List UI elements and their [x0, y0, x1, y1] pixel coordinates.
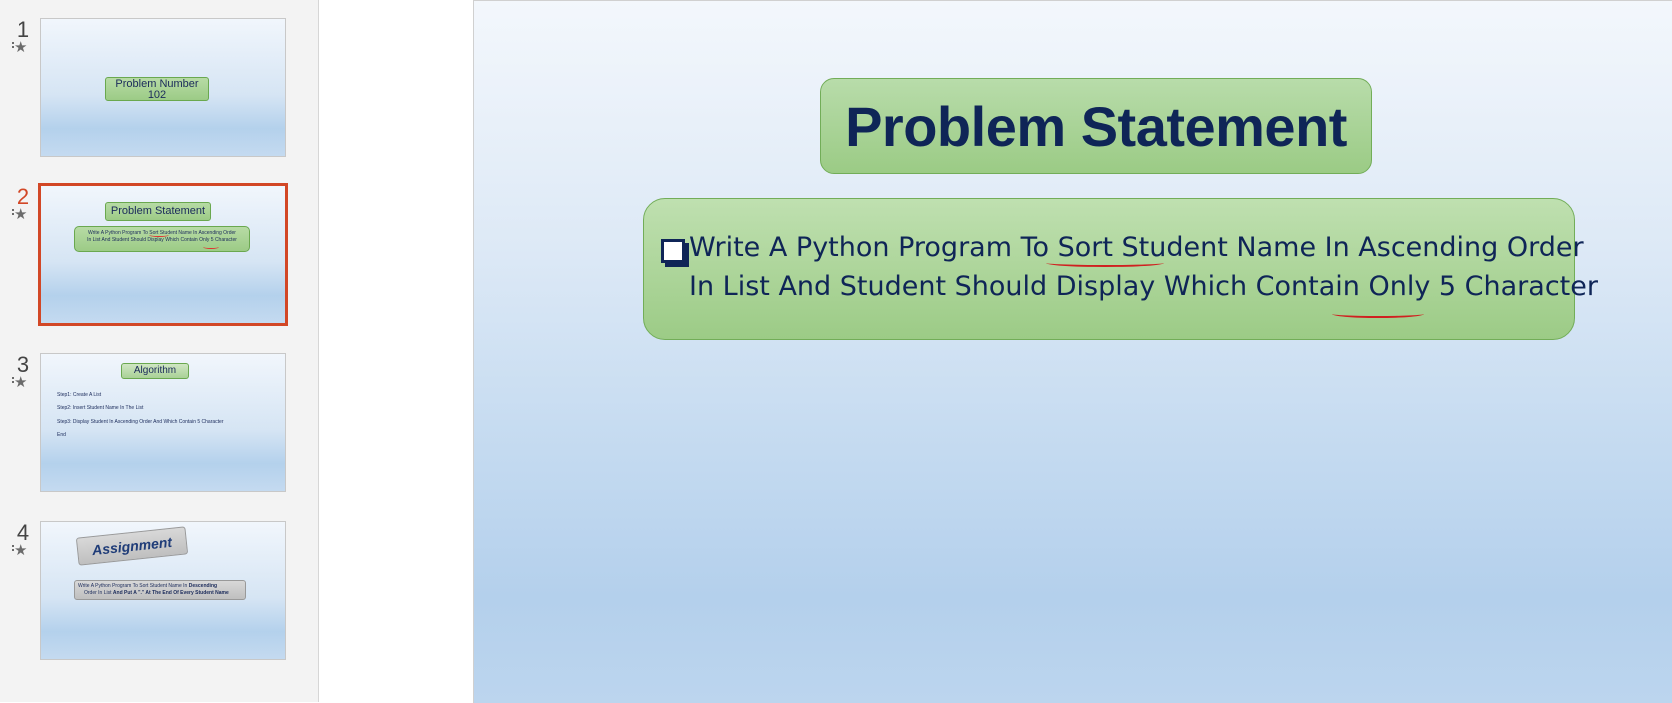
animation-star-icon: ★	[12, 375, 30, 391]
slide-canvas[interactable]: Problem Statement Write A Python Program…	[473, 0, 1672, 703]
slide-thumbnail-panel: 1 ★ Problem Number 102 2 ★ Problem State…	[0, 0, 319, 702]
thumbnail-item-1[interactable]: 1 ★ Problem Number 102	[0, 18, 318, 168]
thumb-title-box: Problem Number 102	[105, 77, 209, 101]
slide-title: Problem Statement	[845, 94, 1347, 158]
spellcheck-underline	[1332, 310, 1424, 318]
thumb-body-text: Order In List	[84, 590, 112, 596]
slide-thumbnail-4[interactable]: Assignment Write A Python Program To Sor…	[40, 521, 286, 660]
thumb-step: Step1: Create A List	[57, 392, 102, 398]
thumb-body-box: Write A Python Program To Sort Student N…	[74, 580, 246, 600]
editor-margin	[319, 0, 473, 702]
bullet-square-icon	[661, 239, 685, 263]
thumb-step: Step2: Insert Student Name In The List	[57, 405, 144, 411]
animation-star-icon: ★	[12, 543, 30, 559]
animation-star-icon: ★	[12, 40, 30, 56]
thumbnail-item-4[interactable]: 4 ★ Assignment Write A Python Program To…	[0, 521, 318, 671]
thumb-title-box: Problem Statement	[105, 202, 211, 221]
thumb-body-bold: Descending	[188, 583, 218, 589]
thumb-step: End	[57, 432, 66, 438]
slide-thumbnail-1[interactable]: Problem Number 102	[40, 18, 286, 157]
thumb-title-box: Assignment	[75, 526, 189, 566]
thumb-body-text: Write A Python Program To Sort Student N…	[78, 583, 188, 589]
slide-thumbnail-3[interactable]: Algorithm Step1: Create A List Step2: In…	[40, 353, 286, 492]
thumbnail-item-3[interactable]: 3 ★ Algorithm Step1: Create A List Step2…	[0, 353, 318, 503]
thumb-title-box: Algorithm	[121, 363, 189, 379]
thumb-body-line2: In List And Student Should Display Which…	[87, 237, 237, 243]
thumbnail-item-2[interactable]: 2 ★ Problem Statement Write A Python Pro…	[0, 183, 318, 335]
slide-thumbnail-2[interactable]: Problem Statement Write A Python Program…	[38, 183, 288, 326]
spellcheck-underline	[1046, 259, 1164, 267]
body-line-2: In List And Student Should Display Which…	[689, 271, 1598, 302]
content-placeholder[interactable]: Write A Python Program To Sort Student N…	[643, 198, 1598, 340]
animation-star-icon: ★	[12, 207, 30, 223]
title-placeholder[interactable]: Problem Statement	[820, 78, 1372, 174]
thumb-title-line2: 102	[147, 89, 167, 101]
thumb-step: Step3: Display Student In Ascending Orde…	[57, 419, 224, 425]
spellcheck-underline	[203, 245, 219, 249]
thumb-body-box: Write A Python Program To Sort Student N…	[74, 226, 250, 252]
thumb-body-bold: And Put A "." At The End Of Every Studen…	[112, 590, 229, 596]
spellcheck-underline	[149, 233, 169, 237]
